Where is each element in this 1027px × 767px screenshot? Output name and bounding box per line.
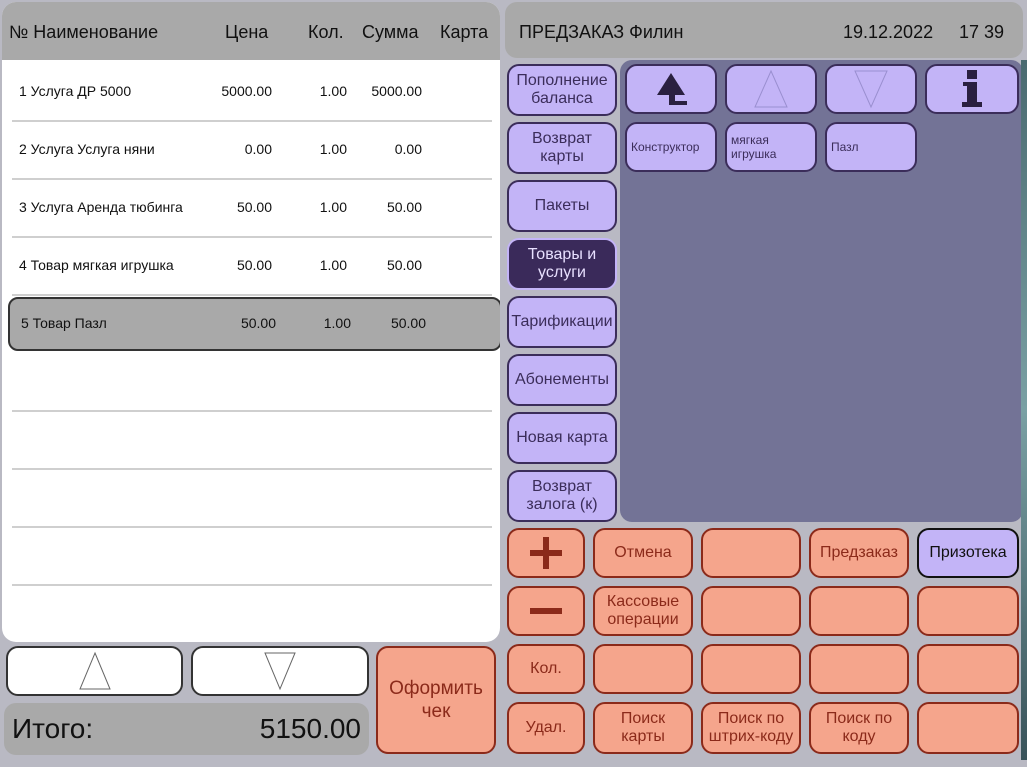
minus-button[interactable] — [507, 586, 585, 636]
category-card-return[interactable]: Возврат карты — [507, 122, 617, 174]
page-down-button[interactable] — [825, 64, 917, 114]
item-soft-toy[interactable]: мягкая игрушка — [725, 122, 817, 172]
window-edge — [1021, 60, 1027, 760]
total-label: Итого: — [12, 713, 94, 744]
preorder-button[interactable]: Предзаказ — [809, 528, 909, 578]
total-value: 5150.00 — [259, 713, 361, 744]
item-puzzle[interactable]: Пазл — [825, 122, 917, 172]
empty-key[interactable] — [917, 702, 1019, 754]
receipt-header: № Наименование Цена Кол. Сумма Карта — [2, 2, 500, 60]
find-card-button[interactable]: Поиск карты — [593, 702, 693, 754]
category-deposit-return[interactable]: Возврат залога (к) — [507, 470, 617, 522]
empty-key[interactable] — [809, 644, 909, 694]
table-row[interactable]: 1 Услуга ДР 5000 5000.00 1.00 5000.00 — [12, 62, 492, 122]
checkout-button[interactable]: Оформить чек — [376, 646, 496, 754]
prize-button[interactable]: Призотека — [917, 528, 1019, 578]
empty-key[interactable] — [917, 586, 1019, 636]
delete-button[interactable]: Удал. — [507, 702, 585, 754]
scroll-down-button[interactable] — [191, 646, 369, 696]
table-row-selected[interactable]: 5 Товар Пазл 50.00 1.00 50.00 — [8, 297, 500, 351]
header-price: Цена — [225, 22, 269, 42]
category-goods-services[interactable]: Товары и услуги — [507, 238, 617, 290]
up-level-button[interactable] — [625, 64, 717, 114]
page-up-button[interactable] — [725, 64, 817, 114]
empty-key[interactable] — [917, 644, 1019, 694]
empty-key[interactable] — [701, 644, 801, 694]
category-packages[interactable]: Пакеты — [507, 180, 617, 232]
find-code-button[interactable]: Поиск по коду — [809, 702, 909, 754]
triangle-down-icon — [264, 652, 296, 691]
quantity-button[interactable]: Кол. — [507, 644, 585, 694]
category-new-card[interactable]: Новая карта — [507, 412, 617, 464]
header-card: Карта — [440, 22, 489, 42]
scroll-up-button[interactable] — [6, 646, 183, 696]
triangle-up-icon — [754, 69, 788, 108]
table-row[interactable]: 3 Услуга Аренда тюбинга 50.00 1.00 50.00 — [12, 178, 492, 238]
plus-button[interactable] — [507, 528, 585, 578]
info-icon — [962, 70, 982, 107]
receipt-panel: № Наименование Цена Кол. Сумма Карта 1 У… — [2, 2, 500, 642]
find-barcode-button[interactable]: Поиск по штрих-коду — [701, 702, 801, 754]
table-row[interactable]: 2 Услуга Услуга няни 0.00 1.00 0.00 — [12, 120, 492, 180]
table-row-empty — [12, 410, 492, 470]
header-sum: Сумма — [362, 22, 419, 42]
status-header: ПРЕДЗАКАЗ Филин 19.12.2022 17 39 — [505, 2, 1023, 58]
arrow-up-level-icon — [657, 73, 687, 105]
cash-operations-button[interactable]: Кассовые операции — [593, 586, 693, 636]
header-date: 19.12.2022 — [843, 22, 934, 42]
order-title: ПРЕДЗАКАЗ Филин — [519, 22, 684, 42]
table-row-empty — [12, 526, 492, 586]
category-balance-topup[interactable]: Пополнение баланса — [507, 64, 617, 116]
triangle-up-icon — [78, 651, 111, 690]
total-bar: Итого: 5150.00 — [4, 703, 369, 755]
plus-icon — [530, 537, 562, 569]
cancel-button[interactable]: Отмена — [593, 528, 693, 578]
header-time: 17 39 — [959, 22, 1005, 42]
header-name: № Наименование — [9, 22, 159, 42]
triangle-down-icon — [854, 70, 888, 109]
empty-key[interactable] — [593, 644, 693, 694]
table-row[interactable]: 4 Товар мягкая игрушка 50.00 1.00 50.00 — [12, 236, 492, 296]
minus-icon — [530, 608, 562, 614]
table-row-empty — [12, 352, 492, 412]
header-qty: Кол. — [308, 22, 344, 42]
category-subscriptions[interactable]: Абонементы — [507, 354, 617, 406]
item-constructor[interactable]: Конструктор — [625, 122, 717, 172]
table-row-empty — [12, 468, 492, 528]
info-button[interactable] — [925, 64, 1019, 114]
empty-key[interactable] — [701, 586, 801, 636]
empty-key[interactable] — [809, 586, 909, 636]
category-tariffs[interactable]: Тарификации — [507, 296, 617, 348]
empty-key[interactable] — [701, 528, 801, 578]
